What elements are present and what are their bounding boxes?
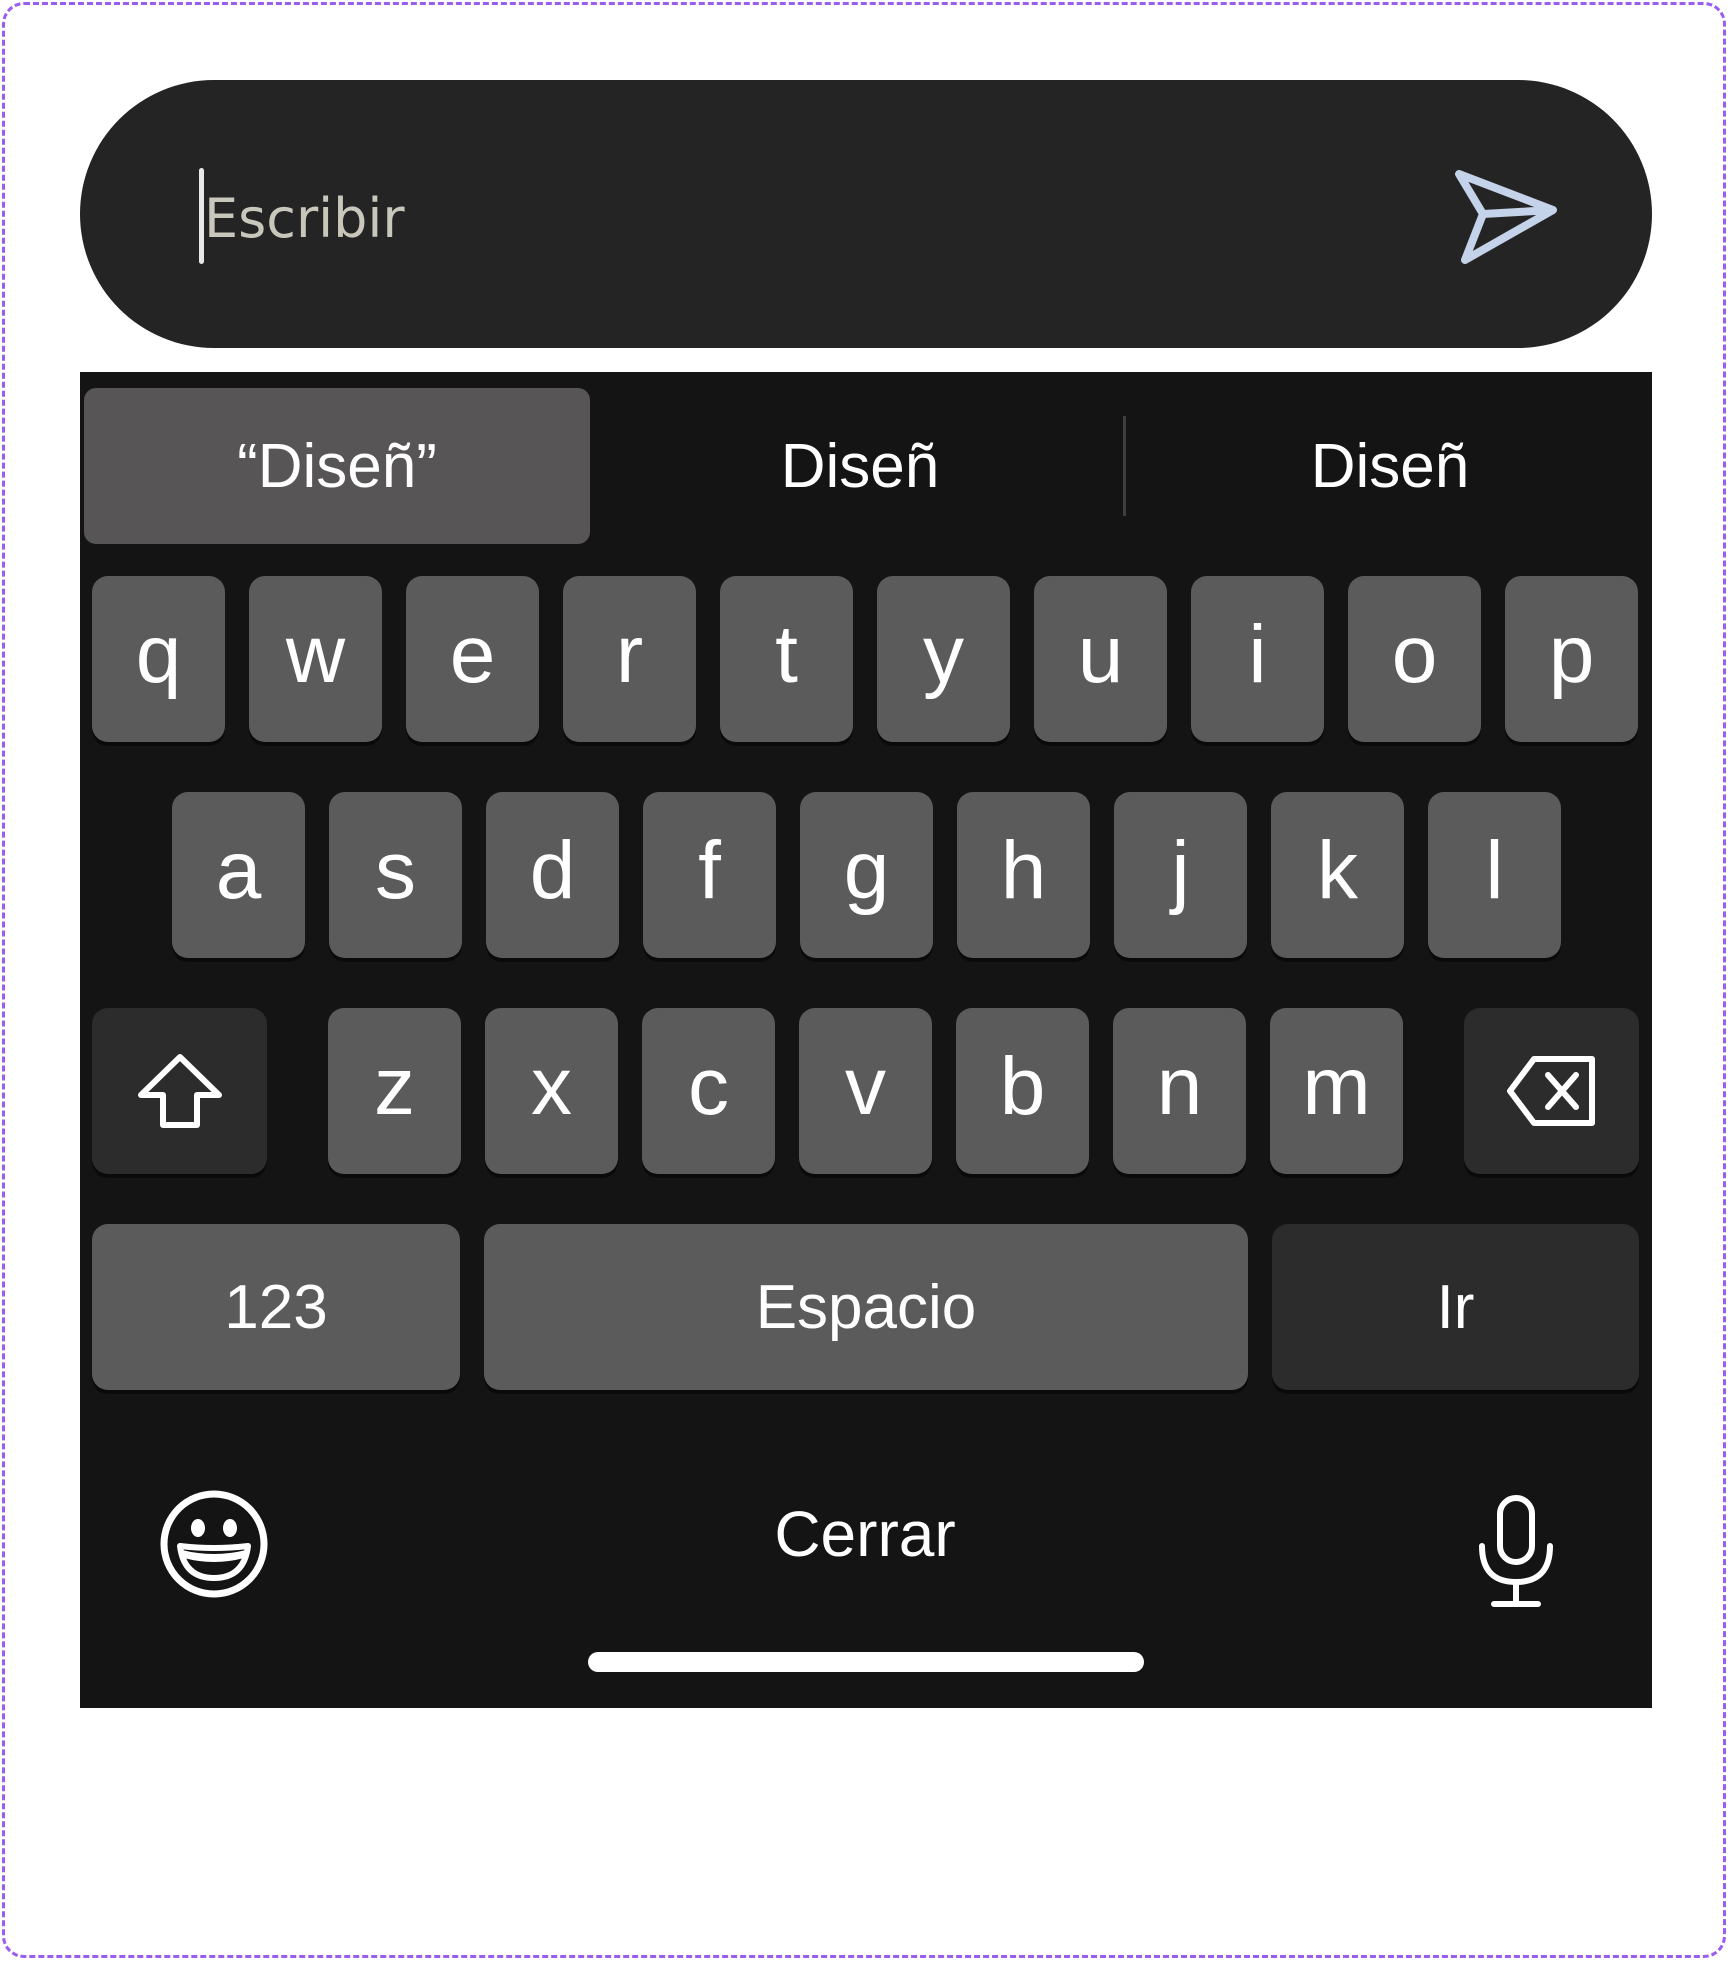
key-f[interactable]: f [643, 792, 776, 958]
key-x[interactable]: x [485, 1008, 618, 1174]
home-indicator [588, 1652, 1144, 1672]
emoji-icon [160, 1490, 268, 1598]
space-key[interactable]: Espacio [484, 1224, 1248, 1390]
key-i[interactable]: i [1191, 576, 1324, 742]
key-t[interactable]: t [720, 576, 853, 742]
key-v[interactable]: v [799, 1008, 932, 1174]
key-b[interactable]: b [956, 1008, 1089, 1174]
key-d[interactable]: d [486, 792, 619, 958]
key-y[interactable]: y [877, 576, 1010, 742]
key-q[interactable]: q [92, 576, 225, 742]
key-c[interactable]: c [642, 1008, 775, 1174]
key-s[interactable]: s [329, 792, 462, 958]
key-k[interactable]: k [1271, 792, 1404, 958]
key-z[interactable]: z [328, 1008, 461, 1174]
key-p[interactable]: p [1505, 576, 1638, 742]
suggestion-3[interactable]: Diseñ [1150, 388, 1630, 544]
key-n[interactable]: n [1113, 1008, 1246, 1174]
key-e[interactable]: e [406, 576, 539, 742]
backspace-key[interactable] [1464, 1008, 1639, 1174]
suggestion-1[interactable]: “Diseñ” [84, 388, 590, 544]
suggestion-divider [1123, 416, 1126, 516]
backspace-icon [1506, 1056, 1595, 1126]
suggestion-2[interactable]: Diseñ [610, 388, 1110, 544]
emoji-button[interactable] [158, 1488, 270, 1600]
numbers-key[interactable]: 123 [92, 1224, 460, 1390]
go-key[interactable]: Ir [1272, 1224, 1639, 1390]
key-w[interactable]: w [249, 576, 382, 742]
shift-key[interactable] [92, 1008, 267, 1174]
key-o[interactable]: o [1348, 576, 1481, 742]
keyboard: “Diseñ” Diseñ Diseñ q w e r t y u i o p … [80, 372, 1652, 1708]
key-l[interactable]: l [1428, 792, 1561, 958]
key-u[interactable]: u [1034, 576, 1167, 742]
message-input[interactable] [204, 184, 1404, 252]
key-r[interactable]: r [563, 576, 696, 742]
close-keyboard-button[interactable]: Cerrar [640, 1488, 1090, 1580]
microphone-button[interactable] [1474, 1494, 1558, 1610]
shift-icon [137, 1054, 222, 1128]
key-m[interactable]: m [1270, 1008, 1403, 1174]
key-h[interactable]: h [957, 792, 1090, 958]
send-icon [1455, 170, 1557, 264]
compose-bar [80, 80, 1652, 348]
key-j[interactable]: j [1114, 792, 1247, 958]
send-button[interactable] [1435, 164, 1567, 268]
key-a[interactable]: a [172, 792, 305, 958]
key-g[interactable]: g [800, 792, 933, 958]
microphone-icon [1479, 1495, 1553, 1607]
